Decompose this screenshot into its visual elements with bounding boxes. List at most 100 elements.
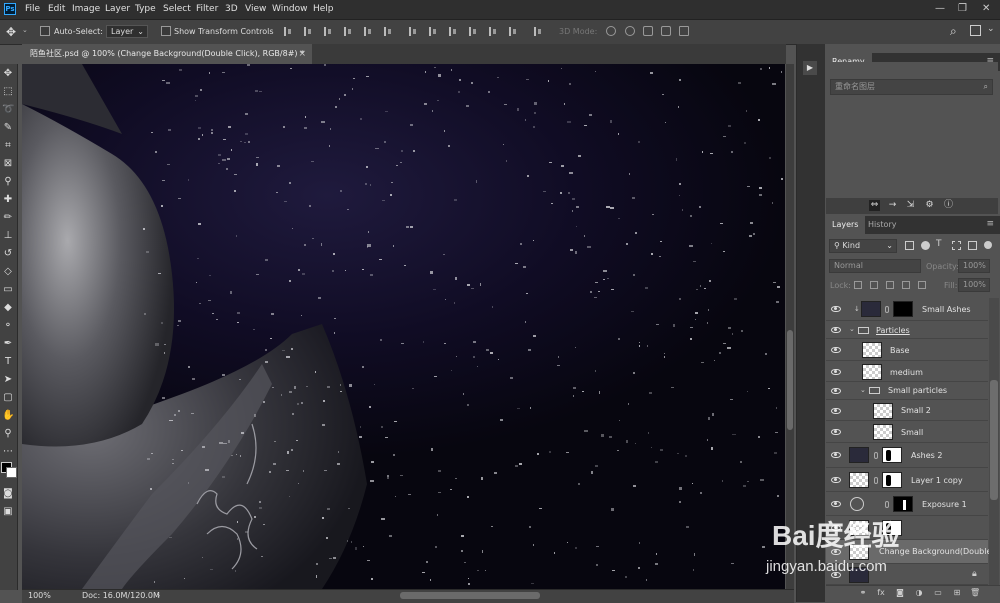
lock-artboard-icon[interactable] [902, 281, 910, 289]
link-chain-icon[interactable] [874, 477, 878, 484]
visibility-eye-icon[interactable] [831, 501, 841, 507]
3d-pan-icon[interactable] [643, 26, 653, 36]
status-menu-arrow-icon[interactable]: › [157, 591, 160, 600]
layer-name[interactable]: medium [890, 368, 923, 377]
forward-icon[interactable]: → [887, 200, 898, 211]
canvas-vertical-scrollbar[interactable] [786, 64, 794, 589]
add-mask-icon[interactable]: ◙ [895, 588, 905, 598]
fx-icon[interactable]: fx [876, 588, 886, 598]
link-chain-icon[interactable] [885, 306, 889, 313]
distribute-top-icon[interactable] [408, 27, 417, 36]
layer-row[interactable]: Small 2 [826, 400, 988, 421]
3d-scale-icon[interactable] [679, 26, 689, 36]
menu-layer[interactable]: Layer [105, 4, 130, 14]
layer-row[interactable]: Ashes 2 [826, 443, 988, 468]
lock-transparent-icon[interactable] [854, 281, 862, 289]
document-canvas[interactable] [22, 64, 785, 589]
link-layers-icon[interactable]: ⚭ [858, 588, 868, 598]
tab-history[interactable]: History [861, 216, 903, 234]
quick-mask-icon[interactable]: ◙ [2, 488, 14, 500]
type-tool-icon[interactable]: T [2, 356, 14, 368]
auto-align-icon[interactable] [533, 27, 542, 36]
healing-brush-tool-icon[interactable]: ✚ [2, 194, 14, 206]
layer-name[interactable]: Exposure 1 [922, 500, 967, 509]
group-row[interactable]: ⌄ Particles [826, 321, 988, 339]
visibility-eye-icon[interactable] [831, 452, 841, 458]
rectangle-tool-icon[interactable]: ▢ [2, 392, 14, 404]
lock-pixels-icon[interactable] [870, 281, 878, 289]
panel-menu-icon[interactable]: ≡ [986, 219, 994, 229]
distribute-bottom-icon[interactable] [448, 27, 457, 36]
settings-icon[interactable]: ⚙ [924, 200, 935, 211]
visibility-eye-icon[interactable] [831, 327, 841, 333]
minimize-button[interactable]: — [935, 3, 945, 14]
group-expand-chevron-icon[interactable]: ⌄ [849, 325, 855, 333]
move-tool-icon[interactable]: ✥ [2, 68, 14, 80]
menu-view[interactable]: View [245, 4, 266, 14]
pen-tool-icon[interactable]: ✒ [2, 338, 14, 350]
layers-scroll-thumb[interactable] [990, 380, 998, 500]
layer-name[interactable]: Small Ashes [922, 305, 971, 314]
workspace-icon[interactable] [970, 25, 981, 36]
close-window-button[interactable]: ✕ [982, 3, 990, 14]
filter-type-icon[interactable]: T [936, 239, 942, 249]
visibility-eye-icon[interactable] [831, 429, 841, 435]
filter-shape-icon[interactable] [952, 241, 961, 250]
layer-name[interactable]: Base [890, 346, 909, 355]
layer-mask-thumbnail[interactable] [893, 301, 913, 317]
hand-tool-icon[interactable]: ✋ [2, 410, 14, 422]
distribute-vertical-center-icon[interactable] [428, 27, 437, 36]
align-bottom-icon[interactable] [323, 27, 332, 36]
opacity-field[interactable]: 100% [958, 259, 990, 273]
workspace-chevron-icon[interactable]: ⌄ [987, 24, 995, 34]
3d-roll-icon[interactable] [625, 26, 635, 36]
show-transform-checkbox[interactable] [161, 26, 171, 36]
path-selection-tool-icon[interactable]: ➤ [2, 374, 14, 386]
visibility-eye-icon[interactable] [831, 388, 841, 394]
replace-icon[interactable]: ⇲ [905, 200, 916, 211]
new-group-icon[interactable]: ▭ [933, 588, 943, 598]
new-adjustment-icon[interactable]: ◑ [914, 588, 924, 598]
gradient-tool-icon[interactable]: ▭ [2, 284, 14, 296]
group-name[interactable]: Particles [876, 326, 910, 335]
link-chain-icon[interactable] [885, 501, 889, 508]
align-vertical-center-icon[interactable] [303, 27, 312, 36]
visibility-eye-icon[interactable] [831, 369, 841, 375]
align-left-icon[interactable] [343, 27, 352, 36]
rename-icon[interactable]: ⇔ [869, 200, 880, 211]
blur-tool-icon[interactable]: ◆ [2, 302, 14, 314]
visibility-eye-icon[interactable] [831, 306, 841, 312]
eyedropper-tool-icon[interactable]: ⚲ [2, 176, 14, 188]
marquee-tool-icon[interactable]: ⬚ [2, 86, 14, 98]
move-tool-icon[interactable]: ✥ [6, 25, 16, 39]
layer-mask-thumbnail[interactable] [882, 472, 902, 488]
layer-row[interactable]: Base [826, 339, 988, 361]
distribute-horizontal-center-icon[interactable] [488, 27, 497, 36]
distribute-left-icon[interactable] [468, 27, 477, 36]
frame-tool-icon[interactable]: ⊠ [2, 158, 14, 170]
layer-name[interactable]: Small 2 [901, 406, 931, 415]
zoom-tool-icon[interactable]: ⚲ [2, 428, 14, 440]
filter-pixel-icon[interactable] [905, 241, 914, 250]
fill-field[interactable]: 100% [958, 278, 990, 292]
visibility-eye-icon[interactable] [831, 408, 841, 414]
restore-button[interactable]: ❐ [958, 3, 967, 14]
blend-mode-dropdown[interactable]: Normal [829, 259, 921, 273]
brush-tool-icon[interactable]: ✏ [2, 212, 14, 224]
delete-layer-icon[interactable]: 🗑︎ [970, 588, 980, 598]
info-icon[interactable]: ⓘ [943, 200, 954, 211]
lasso-tool-icon[interactable]: ➰ [2, 104, 14, 116]
zoom-level[interactable]: 100% [28, 591, 51, 600]
renamy-search-input[interactable]: 重命名图层 ⌕ [830, 79, 993, 95]
screen-mode-icon[interactable]: ▣ [2, 506, 14, 518]
3d-slide-icon[interactable] [661, 26, 671, 36]
filter-smart-object-icon[interactable] [968, 241, 977, 250]
tool-preset-chevron-icon[interactable]: ⌄ [22, 26, 28, 34]
menu-window[interactable]: Window [272, 4, 308, 14]
group-expand-chevron-icon[interactable]: ⌄ [860, 386, 866, 394]
play-action-icon[interactable]: ▶ [803, 61, 817, 75]
menu-type[interactable]: Type [135, 4, 156, 14]
menu-file[interactable]: File [25, 4, 40, 14]
dodge-tool-icon[interactable]: ⚬ [2, 320, 14, 332]
tab-layers[interactable]: Layers [825, 216, 866, 234]
